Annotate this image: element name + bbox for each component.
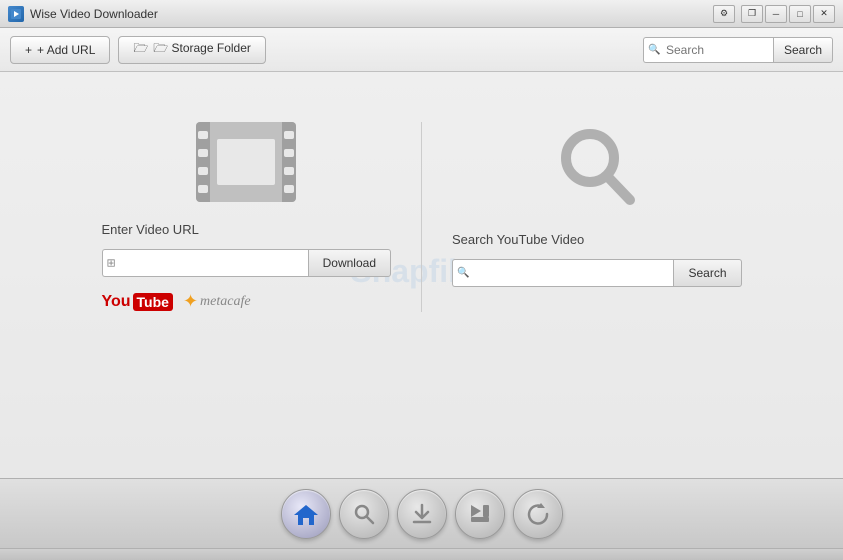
scrollbar-area[interactable]: [0, 548, 843, 560]
bottom-nav: [0, 478, 843, 548]
film-hole: [198, 131, 208, 139]
minimize-button[interactable]: ─: [765, 5, 787, 23]
film-hole: [284, 131, 294, 139]
url-input[interactable]: [102, 249, 308, 277]
window-title: Wise Video Downloader: [30, 7, 713, 21]
url-input-icon: ⊞: [107, 257, 116, 270]
download-button[interactable]: Download: [308, 249, 391, 277]
search-panel-label: Search YouTube Video: [452, 232, 584, 247]
youtube-you: You: [102, 293, 131, 311]
toolbar-search-button[interactable]: Search: [773, 37, 833, 63]
storage-folder-button[interactable]: 🗁 🗁 Storage Folder: [118, 36, 265, 64]
search-panel: Search YouTube Video Search: [422, 102, 772, 332]
toolbar-search: Search: [643, 37, 833, 63]
nav-library-button[interactable]: [455, 489, 505, 539]
add-url-label: + Add URL: [37, 43, 95, 57]
film-hole: [198, 185, 208, 193]
window-controls: ❐ ─ □ ✕: [741, 5, 835, 23]
nav-search-button[interactable]: [339, 489, 389, 539]
search-input-row: Search: [452, 259, 742, 287]
storage-folder-label: 🗁 Storage Folder: [153, 39, 251, 60]
close-button[interactable]: ✕: [813, 5, 835, 23]
film-hole: [198, 149, 208, 157]
youtube-logo: YouTube: [102, 293, 173, 311]
title-bar: Wise Video Downloader ⚙ ❐ ─ □ ✕: [0, 0, 843, 28]
youtube-search-input[interactable]: [452, 259, 673, 287]
film-hole: [198, 167, 208, 175]
youtube-search-button[interactable]: Search: [673, 259, 741, 287]
film-strip-left: [196, 122, 210, 202]
film-hole: [284, 167, 294, 175]
url-input-row: ⊞ Download: [102, 249, 392, 277]
main-content: Snapfiles Enter Video URL: [0, 72, 843, 478]
youtube-tube: Tube: [133, 293, 173, 311]
toolbar-search-input[interactable]: [643, 37, 773, 63]
film-strip-right: [282, 122, 296, 202]
film-icon: [196, 122, 296, 202]
logos-row: YouTube ✦ metacafe: [102, 291, 251, 312]
settings-button[interactable]: ⚙: [713, 5, 735, 23]
app-icon: [8, 6, 24, 22]
restore-button[interactable]: ❐: [741, 5, 763, 23]
search-icon-large: [552, 122, 642, 212]
film-hole: [284, 149, 294, 157]
metacafe-logo: ✦ metacafe: [183, 291, 251, 312]
download-panel-label: Enter Video URL: [102, 222, 199, 237]
metacafe-bird-icon: ✦: [183, 291, 198, 312]
film-hole: [284, 185, 294, 193]
film-screen: [217, 139, 275, 185]
download-panel: Enter Video URL ⊞ Download YouTube ✦ met…: [72, 102, 422, 332]
metacafe-text: metacafe: [200, 294, 251, 310]
nav-home-button[interactable]: [281, 489, 331, 539]
folder-icon: 🗁: [133, 39, 148, 60]
toolbar: + + Add URL 🗁 🗁 Storage Folder Search: [0, 28, 843, 72]
nav-download-button[interactable]: [397, 489, 447, 539]
panels: Enter Video URL ⊞ Download YouTube ✦ met…: [72, 102, 772, 332]
plus-icon: +: [25, 43, 32, 57]
add-url-button[interactable]: + + Add URL: [10, 36, 110, 64]
maximize-button[interactable]: □: [789, 5, 811, 23]
nav-refresh-button[interactable]: [513, 489, 563, 539]
